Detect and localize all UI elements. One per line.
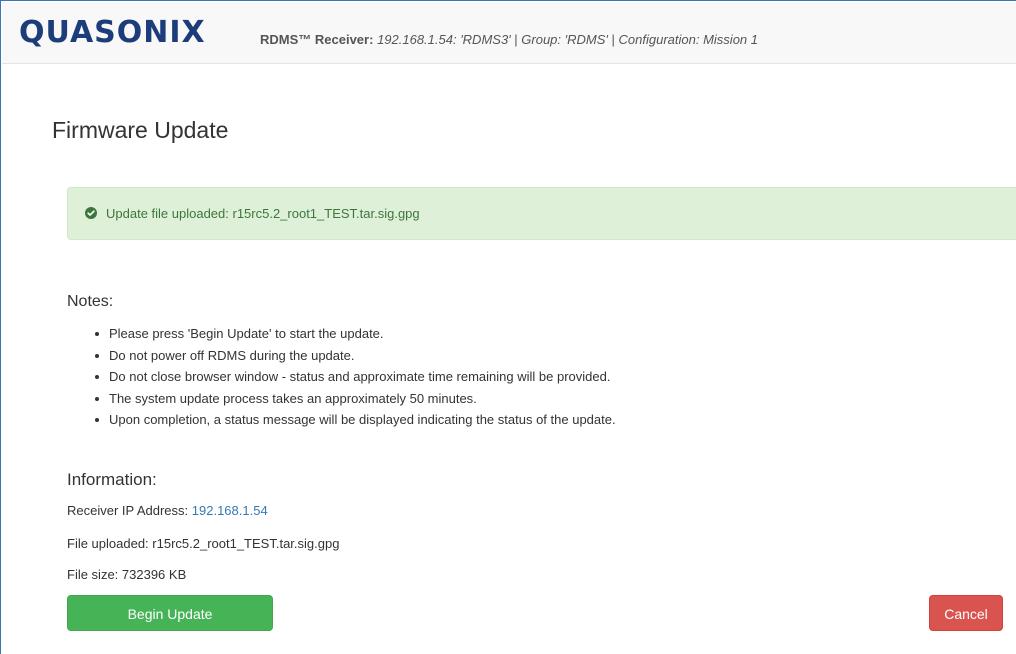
file-uploaded-row: File uploaded: r15rc5.2_root1_TEST.tar.s… bbox=[67, 536, 339, 551]
receiver-label: RDMS™ Receiver: bbox=[260, 32, 374, 47]
top-navbar: QUASONIX RDMS™ Receiver: 192.168.1.54: '… bbox=[2, 2, 1016, 64]
list-item: Do not close browser window - status and… bbox=[93, 366, 616, 388]
file-size-label: File size: bbox=[67, 567, 122, 582]
app-window: QUASONIX RDMS™ Receiver: 192.168.1.54: '… bbox=[0, 0, 1016, 654]
list-item: The system update process takes an appro… bbox=[93, 388, 616, 410]
file-size-row: File size: 732396 KB bbox=[67, 567, 186, 582]
begin-update-button[interactable]: Begin Update bbox=[67, 595, 273, 631]
check-circle-icon bbox=[85, 207, 97, 219]
receiver-ip-row: Receiver IP Address: 192.168.1.54 bbox=[67, 503, 268, 518]
group-label: Group: bbox=[521, 32, 562, 47]
notes-heading: Notes: bbox=[67, 293, 114, 310]
list-item: Upon completion, a status message will b… bbox=[93, 409, 616, 431]
separator: | bbox=[607, 32, 619, 47]
group-value: 'RDMS' bbox=[564, 32, 608, 47]
receiver-ip-label: Receiver IP Address: bbox=[67, 503, 192, 518]
cancel-button[interactable]: Cancel bbox=[929, 595, 1003, 631]
notes-list: Please press 'Begin Update' to start the… bbox=[93, 323, 616, 431]
upload-success-alert: Update file uploaded: r15rc5.2_root1_TES… bbox=[67, 187, 1016, 240]
list-item: Please press 'Begin Update' to start the… bbox=[93, 323, 616, 345]
receiver-status-line: RDMS™ Receiver: 192.168.1.54: 'RDMS3' | … bbox=[260, 32, 758, 47]
file-size-value: 732396 KB bbox=[121, 567, 187, 582]
file-uploaded-value: r15rc5.2_root1_TEST.tar.sig.gpg bbox=[152, 536, 340, 551]
separator: | bbox=[510, 32, 522, 47]
page-title: Firmware Update bbox=[52, 117, 229, 143]
quasonix-logo[interactable]: QUASONIX bbox=[19, 16, 206, 50]
receiver-ip-link[interactable]: 192.168.1.54 bbox=[192, 503, 268, 518]
configuration-label: Configuration: bbox=[618, 32, 700, 47]
receiver-value: 192.168.1.54: 'RDMS3' bbox=[377, 32, 511, 47]
configuration-value: Mission 1 bbox=[703, 32, 759, 47]
information-heading: Information: bbox=[67, 470, 157, 489]
list-item: Do not power off RDMS during the update. bbox=[93, 345, 616, 367]
alert-message: Update file uploaded: r15rc5.2_root1_TES… bbox=[106, 206, 420, 221]
file-uploaded-label: File uploaded: bbox=[67, 536, 153, 551]
